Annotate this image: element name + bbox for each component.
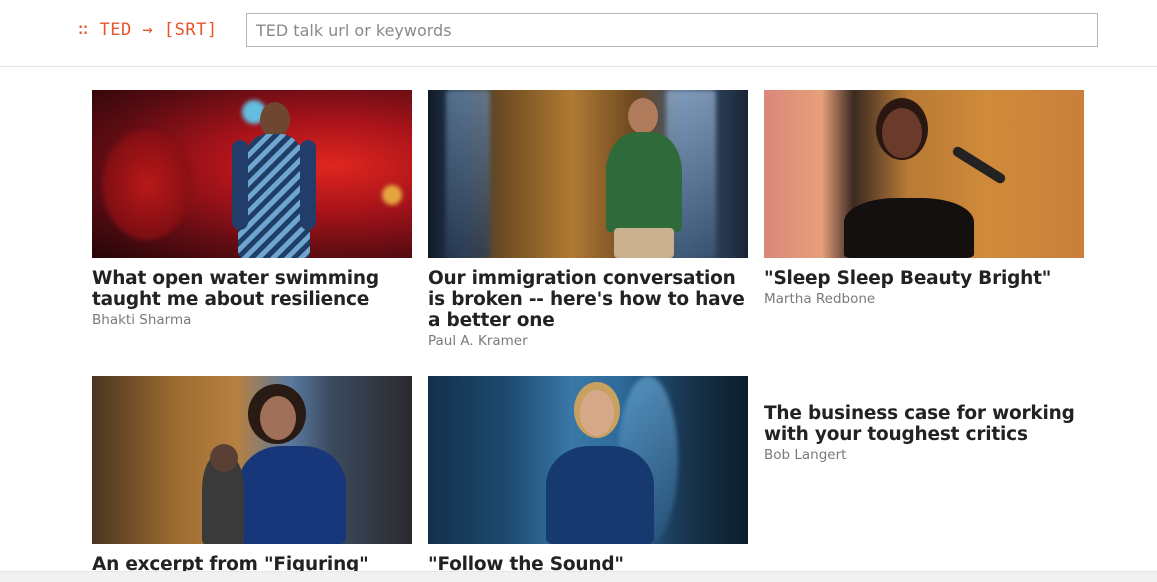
talk-card[interactable]: The business case for working with your … bbox=[764, 403, 1084, 463]
talk-title[interactable]: What open water swimming taught me about… bbox=[92, 268, 412, 310]
talk-thumbnail[interactable] bbox=[428, 376, 748, 544]
talk-thumbnail[interactable] bbox=[764, 90, 1084, 258]
talk-card[interactable]: What open water swimming taught me about… bbox=[92, 90, 412, 328]
talk-card[interactable]: "Sleep Sleep Beauty Bright" Martha Redbo… bbox=[764, 90, 1084, 307]
talk-title[interactable]: The business case for working with your … bbox=[764, 403, 1084, 445]
talk-speaker: Paul A. Kramer bbox=[428, 333, 528, 349]
talk-thumbnail[interactable] bbox=[428, 90, 748, 258]
talk-card[interactable]: An excerpt from "Figuring" bbox=[92, 376, 412, 577]
talk-card[interactable]: "Follow the Sound" bbox=[428, 376, 748, 577]
talk-thumbnail[interactable] bbox=[92, 376, 412, 544]
talk-card[interactable]: Our immigration conversation is broken -… bbox=[428, 90, 748, 349]
search-input[interactable] bbox=[246, 13, 1098, 47]
app-logo[interactable]: ∷ TED → [SRT] bbox=[78, 20, 218, 40]
talk-speaker: Martha Redbone bbox=[764, 291, 876, 307]
top-bar: ∷ TED → [SRT] bbox=[0, 0, 1157, 67]
talk-speaker: Bob Langert bbox=[764, 447, 847, 463]
talk-thumbnail[interactable] bbox=[92, 90, 412, 258]
bottom-toolbar bbox=[0, 571, 1157, 582]
talk-speaker: Bhakti Sharma bbox=[92, 312, 192, 328]
talk-title[interactable]: "Sleep Sleep Beauty Bright" bbox=[764, 268, 1084, 289]
talk-title[interactable]: Our immigration conversation is broken -… bbox=[428, 268, 748, 331]
